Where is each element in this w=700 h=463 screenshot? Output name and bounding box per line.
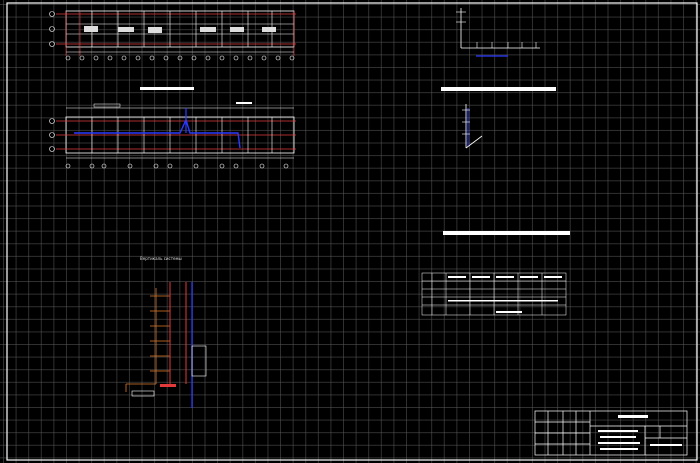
riser-view-title: Вертикаль системы bbox=[140, 256, 182, 261]
sheet-border bbox=[6, 2, 698, 461]
spec-table-cells bbox=[448, 276, 562, 313]
view-label-bar bbox=[443, 231, 570, 235]
riser-diagram[interactable] bbox=[125, 282, 207, 408]
view-label-bar bbox=[140, 87, 194, 90]
floor-plan-top[interactable] bbox=[49, 10, 297, 61]
spec-table[interactable] bbox=[421, 272, 567, 316]
title-block-text bbox=[598, 415, 682, 450]
view-label-bar bbox=[441, 87, 556, 91]
drawing-sheet bbox=[6, 2, 698, 461]
isometric-middle[interactable] bbox=[462, 104, 483, 149]
floor-plan-middle[interactable] bbox=[49, 102, 297, 169]
isometric-top[interactable] bbox=[456, 8, 540, 57]
